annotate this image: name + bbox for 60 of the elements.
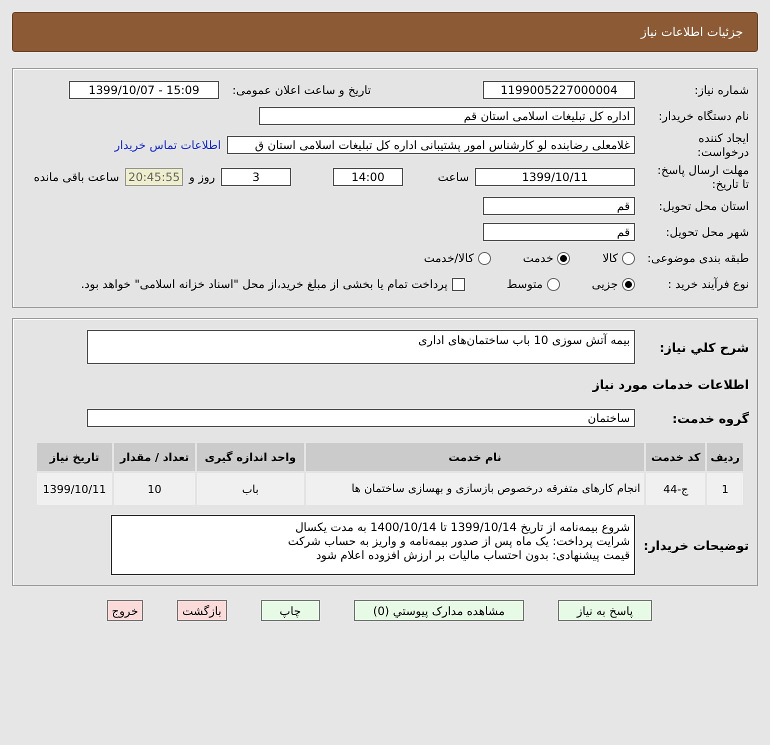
checkbox-label: پرداخت تمام یا بخشی از مبلغ خرید،از محل "اسناد خزانه اسلامی" خواهد بود.	[80, 277, 448, 291]
field-label: گروه خدمت:	[671, 410, 749, 426]
radio-button[interactable]	[546, 278, 560, 290]
requester-field: غلامعلی رضابنده لو کارشناس امور پشتیبانی اداره کل تبلیغات اسلامی استان ق	[227, 136, 635, 154]
radio-button[interactable]	[622, 278, 635, 290]
radio-button[interactable]	[478, 252, 491, 264]
radio-label: متوسط	[506, 277, 543, 291]
field-label: مهلت ارسال پاسخ: تا تاریخ:	[656, 163, 749, 191]
field-label: شرح کلي نياز:	[658, 340, 749, 354]
table-cell: ج-44	[645, 472, 706, 506]
field-label: توضیحات خریدار:	[642, 538, 749, 552]
section-title: اطلاعات خدمات مورد نياز	[592, 376, 749, 392]
field-label: نام دستگاه خریدار:	[657, 109, 749, 123]
field-label: روز و	[189, 170, 215, 184]
table-cell: باب	[196, 472, 305, 506]
city-field: قم	[483, 223, 635, 241]
table-cell: انجام کارهای متفرقه درخصوص بازسازی و بهسازی ساختمان ها	[304, 472, 646, 506]
radio-label: کالا	[602, 251, 618, 265]
action-button[interactable]: بازگشت	[177, 600, 226, 621]
announce-date-field: 1399/10/07 - 15:09	[69, 81, 219, 99]
table-cell: 1	[706, 472, 744, 506]
field-label: ساعت	[436, 170, 469, 184]
field-label: شهر محل تحویل:	[664, 225, 749, 239]
column-header: تاریخ نیاز	[36, 442, 113, 472]
field-label: طبقه بندی موضوعی:	[646, 251, 749, 265]
checkbox[interactable]	[452, 278, 465, 290]
action-button[interactable]: چاپ	[260, 600, 320, 621]
radio-button[interactable]	[557, 252, 570, 264]
service-group-field: ساختمان	[87, 409, 635, 427]
action-button[interactable]: خروج	[106, 600, 144, 621]
radio-label: کالا/خدمت	[424, 251, 474, 265]
deadline-time-field: 14:00	[333, 168, 403, 186]
column-header: تعداد / مقدار	[112, 442, 196, 472]
field-label: استان محل تحویل:	[658, 199, 749, 213]
column-header: نام خدمت	[304, 442, 646, 472]
column-header: واحد اندازه گیری	[196, 442, 305, 472]
remaining-time-field: 20:45:55	[125, 168, 184, 186]
province-field: قم	[483, 197, 635, 215]
summary-field: بیمه آتش سوزی 10 باب ساختمان‌های اداری	[87, 330, 635, 364]
field-label: تاریخ و ساعت اعلان عمومی:	[231, 83, 371, 97]
field-label: نوع فرآیند خرید :	[666, 277, 749, 291]
column-header: ردیف	[706, 442, 744, 472]
field-label: ساعت باقی مانده	[34, 170, 120, 184]
table-cell: 10	[112, 472, 196, 506]
action-button[interactable]: پاسخ به نیاز	[558, 600, 652, 621]
need-number-field: 1199005227000004	[483, 81, 635, 99]
radio-label: خدمت	[522, 251, 554, 265]
field-label: شماره نیاز:	[693, 83, 749, 97]
radio-button[interactable]	[622, 252, 635, 264]
action-button[interactable]: مشاهده مدارک پیوستي (0)	[354, 600, 524, 621]
buyer-notes-field: شروع بیمه‌نامه از تاریخ 1399/10/14 تا 1400/10/14 به مدت یکسال شرایت پرداخت: یک ماه پس از صدور بیمه‌نامه و واریز به حساب شرکت قیمت پیشنهادی: بدون احتساب مالیات بر ارزش افزوده اعلام شود	[111, 515, 635, 575]
buyer-field: اداره کل تبلیغات اسلامی استان قم	[259, 107, 635, 125]
field-label: ایجاد کننده درخواست:	[696, 131, 749, 159]
column-header: کد خدمت	[645, 442, 706, 472]
buyer-contact-link[interactable]: اطلاعات تماس خریدار	[114, 138, 221, 152]
days-field: 3	[221, 168, 291, 186]
radio-label: جزیی	[592, 277, 618, 291]
deadline-date-field: 1399/10/11	[475, 168, 635, 186]
table-cell: 1399/10/11	[36, 472, 113, 506]
page-title: جزئیات اطلاعات نیاز	[640, 25, 743, 39]
